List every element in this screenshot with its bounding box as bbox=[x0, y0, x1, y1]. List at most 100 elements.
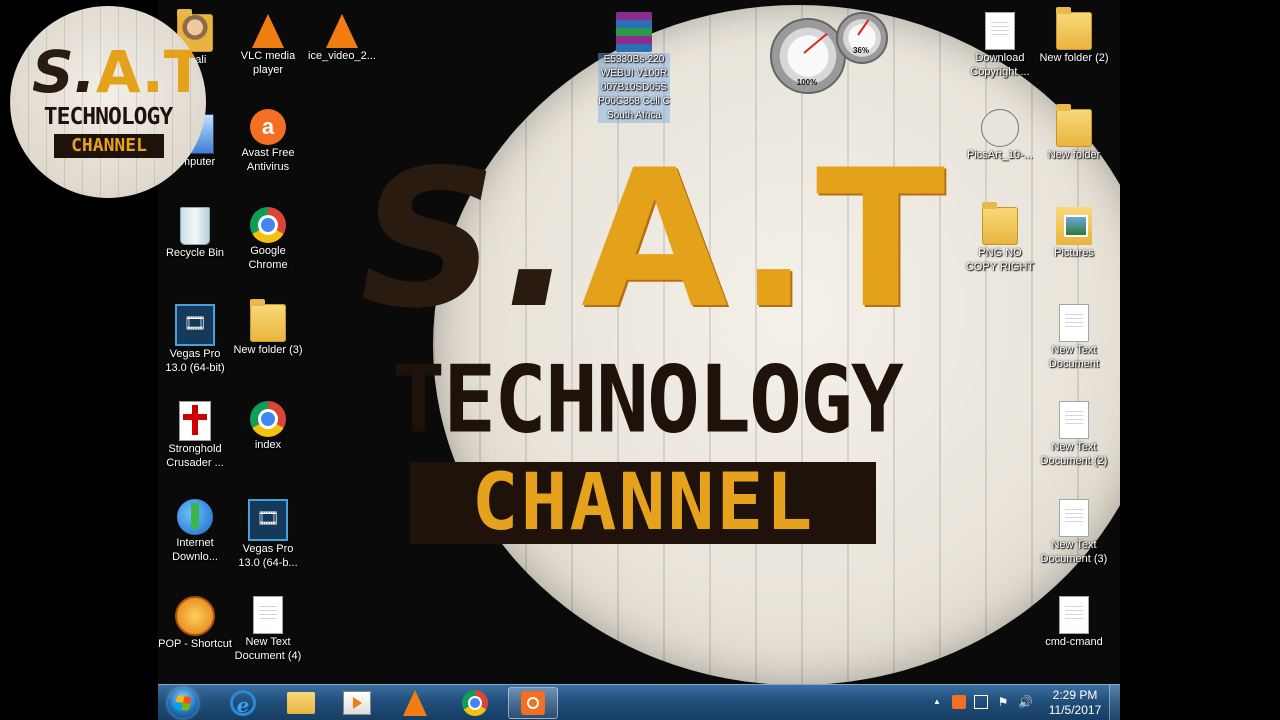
watermark-channel: CHANNEL bbox=[54, 134, 164, 158]
taskbar-chrome[interactable] bbox=[450, 687, 500, 719]
text-document-icon bbox=[1059, 401, 1089, 439]
desktop-icon-picsart[interactable]: PicsArt_10-... bbox=[963, 105, 1037, 162]
desktop-icon-label: PicsArt_10-... bbox=[966, 149, 1034, 161]
desktop-icon-label: New folder (2) bbox=[1039, 52, 1109, 64]
desktop-icon-new-folder-3[interactable]: New folder (3) bbox=[231, 299, 305, 357]
desktop-icon-cmd[interactable]: cmd-cmand bbox=[1037, 592, 1111, 649]
recorder-tray-icon[interactable] bbox=[952, 695, 966, 709]
desktop-icon-avast[interactable]: a Avast Free Antivirus bbox=[231, 105, 305, 174]
desktop-icon-pop[interactable]: POP - Shortcut bbox=[158, 592, 232, 651]
desktop-icon-recycle-bin[interactable]: Recycle Bin bbox=[158, 203, 232, 260]
watermark-sat: S.A.T bbox=[32, 42, 203, 102]
desktop-icon-pictures[interactable]: Pictures bbox=[1037, 203, 1111, 260]
desktop-icon-label: Recycle Bin bbox=[165, 247, 225, 259]
desktop-icon-new-text-doc-4[interactable]: New Text Document (4) bbox=[231, 592, 305, 663]
channel-watermark-logo: S.A.T TECHNOLOGY CHANNEL bbox=[10, 6, 206, 198]
desktop-icon-label: cmd-cmand bbox=[1045, 636, 1103, 648]
media-player-icon bbox=[343, 691, 371, 715]
taskbar: e ▲ ⚑ 🔊 2:29 PM 11/5/2017 bbox=[158, 684, 1120, 720]
desktop-icon-chrome[interactable]: Google Chrome bbox=[231, 203, 305, 272]
taskbar-media-player[interactable] bbox=[332, 687, 382, 719]
desktop-icon-label: VLC media player bbox=[240, 50, 296, 76]
recorder-icon bbox=[521, 691, 545, 715]
vegas-pro-icon: 🎞 bbox=[175, 304, 215, 346]
desktop-icon-new-folder-2[interactable]: New folder (2) bbox=[1037, 7, 1111, 65]
network-icon[interactable] bbox=[974, 695, 988, 709]
picsart-image-icon bbox=[981, 109, 1019, 147]
desktop-icon-label: Stronghold Crusader ... bbox=[166, 443, 224, 469]
desktop-icon-png-no-copyright[interactable]: PNG NO COPY RIGHT bbox=[963, 202, 1037, 274]
desktop-icon-label: New Text Document bbox=[1048, 344, 1100, 370]
desktop-icon-label: E5330Bs-220 WEBUI V100R 007B10SD05S P00C… bbox=[598, 53, 670, 123]
vlc-cone-icon bbox=[252, 14, 284, 48]
desktop-icon-new-text-doc-3[interactable]: New Text Document (3) bbox=[1037, 495, 1111, 566]
system-tray: ▲ ⚑ 🔊 2:29 PM 11/5/2017 bbox=[920, 685, 1120, 720]
start-button[interactable] bbox=[162, 685, 204, 720]
desktop-icon-label: Download Copyright ... bbox=[970, 52, 1030, 78]
chrome-html-icon bbox=[250, 401, 286, 437]
text-document-icon bbox=[253, 596, 283, 634]
chrome-icon bbox=[462, 690, 488, 716]
taskbar-windows-explorer[interactable] bbox=[276, 687, 326, 719]
avast-icon: a bbox=[250, 109, 286, 145]
memory-usage-value: 36% bbox=[852, 46, 869, 55]
desktop-icon-label: New Text Document (3) bbox=[1040, 539, 1108, 565]
pop-shortcut-icon bbox=[175, 596, 215, 636]
action-center-flag-icon[interactable]: ⚑ bbox=[996, 695, 1010, 709]
winrar-archive-icon bbox=[616, 12, 652, 52]
desktop-icon-label: Vegas Pro 13.0 (64-bit) bbox=[165, 348, 225, 374]
desktop-icon-label: Internet Downlo... bbox=[172, 537, 218, 563]
desktop-icon-label: POP - Shortcut bbox=[158, 638, 232, 650]
memory-gauge-icon bbox=[836, 12, 888, 64]
recycle-bin-icon bbox=[180, 207, 210, 245]
taskbar-vlc[interactable] bbox=[390, 687, 440, 719]
show-desktop-button[interactable] bbox=[1109, 685, 1120, 720]
text-document-icon bbox=[1059, 596, 1089, 634]
desktop-icon-label: New Text Document (4) bbox=[234, 636, 302, 662]
desktop-icon-vlc[interactable]: VLC media player bbox=[231, 8, 305, 77]
desktop-icon-label: Pictures bbox=[1054, 247, 1094, 259]
folder-icon bbox=[982, 202, 1018, 245]
desktop-icon-download-copyright[interactable]: Download Copyright ... bbox=[963, 8, 1037, 79]
desktop-icon-new-text-doc-2[interactable]: New Text Document (2) bbox=[1037, 397, 1111, 468]
vlc-cone-icon bbox=[326, 14, 358, 48]
windows-logo-icon bbox=[168, 688, 198, 718]
vlc-icon bbox=[403, 690, 427, 716]
clock[interactable]: 2:29 PM 11/5/2017 bbox=[1044, 688, 1106, 718]
text-document-icon bbox=[1059, 304, 1089, 342]
taskbar-recorder[interactable] bbox=[508, 687, 558, 719]
volume-speaker-icon[interactable]: 🔊 bbox=[1018, 695, 1033, 709]
desktop-icon-label: Vegas Pro 13.0 (64-b... bbox=[238, 543, 298, 569]
clock-date: 11/5/2017 bbox=[1048, 703, 1102, 717]
taskbar-internet-explorer[interactable]: e bbox=[218, 687, 268, 719]
text-document-icon bbox=[985, 12, 1015, 50]
desktop-icon-label: PNG NO COPY RIGHT bbox=[965, 247, 1035, 273]
desktop-icon-label: New Text Document (2) bbox=[1040, 441, 1108, 467]
desktop-icon-vegas-pro[interactable]: 🎞 Vegas Pro 13.0 (64-bit) bbox=[158, 300, 232, 375]
desktop: S.A.T TECHNOLOGY CHANNEL ib ali omputer … bbox=[0, 0, 1280, 720]
desktop-icon-label: New folder bbox=[1047, 149, 1101, 161]
wallpaper-logo-s: S. bbox=[360, 129, 582, 350]
clock-time: 2:29 PM bbox=[1052, 688, 1098, 702]
show-hidden-icons-arrow-icon[interactable]: ▲ bbox=[930, 695, 944, 709]
desktop-icon-index[interactable]: index bbox=[231, 397, 305, 452]
desktop-icon-label: Google Chrome bbox=[248, 245, 288, 271]
desktop-icon-idm[interactable]: Internet Downlo... bbox=[158, 495, 232, 564]
pictures-folder-icon bbox=[1056, 207, 1092, 245]
desktop-icon-new-folder[interactable]: New folder bbox=[1037, 104, 1111, 162]
desktop-icon-label: ice_video_2... bbox=[308, 50, 376, 62]
folder-icon bbox=[250, 299, 286, 342]
desktop-icon-ice-video[interactable]: ice_video_2... bbox=[305, 8, 379, 63]
desktop-icon-label: New folder (3) bbox=[233, 344, 303, 356]
wallpaper-logo-technology: TECHNOLOGY bbox=[392, 345, 904, 454]
watermark-technology: TECHNOLOGY bbox=[43, 104, 173, 130]
internet-download-manager-icon bbox=[177, 499, 213, 535]
vegas-pro-icon: 🎞 bbox=[248, 499, 288, 541]
desktop-icon-winrar-archive[interactable]: E5330Bs-220 WEBUI V100R 007B10SD05S P00C… bbox=[598, 8, 670, 123]
desktop-icon-label: Avast Free Antivirus bbox=[241, 147, 295, 173]
desktop-icon-stronghold[interactable]: Stronghold Crusader ... bbox=[158, 397, 232, 470]
wallpaper-logo-sat: S.A.T bbox=[360, 140, 945, 340]
desktop-icon-new-text-doc[interactable]: New Text Document bbox=[1037, 300, 1111, 371]
cpu-meter-gadget[interactable]: 100% 36% bbox=[770, 12, 888, 94]
desktop-icon-vegas-pro-2[interactable]: 🎞 Vegas Pro 13.0 (64-b... bbox=[231, 495, 305, 570]
